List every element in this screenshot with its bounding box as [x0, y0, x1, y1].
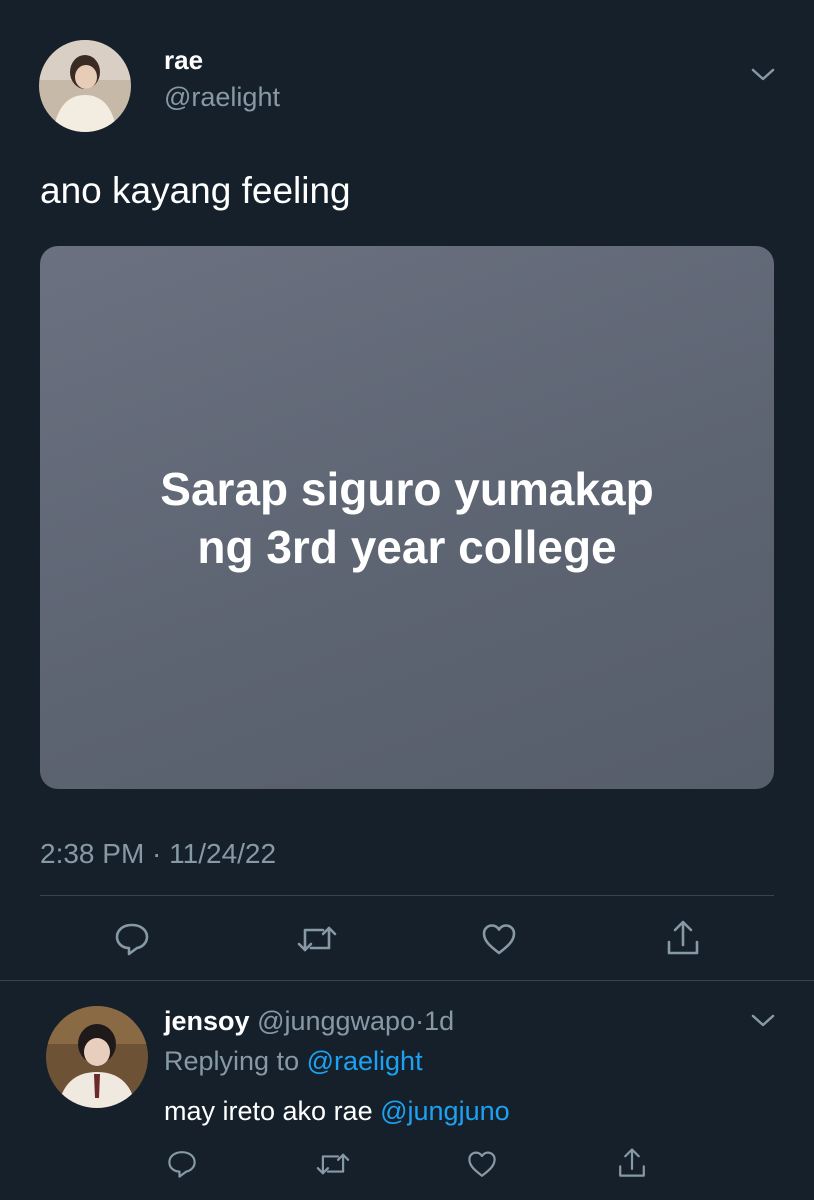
avatar[interactable]: [39, 40, 131, 132]
reply-text: may ireto ako rae @jungjuno: [164, 1096, 510, 1127]
author-handle[interactable]: @raelight: [164, 82, 280, 113]
reply-author-handle[interactable]: @junggwapo: [257, 1006, 415, 1036]
tweet-image-card[interactable]: Sarap siguro yumakap ng 3rd year college: [40, 246, 774, 789]
reply-author-name[interactable]: jensoy: [164, 1006, 250, 1036]
reply-heart-icon[interactable]: [466, 1148, 498, 1180]
author-name[interactable]: rae: [164, 45, 203, 76]
reply-age[interactable]: 1d: [424, 1006, 454, 1036]
reply-icon[interactable]: [113, 920, 151, 958]
reply-reply-icon[interactable]: [166, 1148, 198, 1180]
reply-share-icon[interactable]: [616, 1146, 648, 1180]
share-icon[interactable]: [664, 918, 702, 958]
tweet-text: ano kayang feeling: [40, 170, 351, 211]
retweet-icon[interactable]: [296, 920, 338, 958]
replying-to-label: Replying to: [164, 1046, 300, 1076]
reply-avatar[interactable]: [46, 1006, 148, 1108]
reply-text-body: may ireto ako rae: [164, 1096, 373, 1126]
separator-dot: ·: [415, 1006, 425, 1036]
tweet-timestamp[interactable]: 2:38 PM · 11/24/22: [40, 838, 276, 870]
reply-mention[interactable]: @jungjuno: [380, 1096, 510, 1126]
reply-header: jensoy @junggwapo·1d: [164, 1006, 454, 1037]
divider: [40, 895, 774, 896]
reply-retweet-icon[interactable]: [315, 1148, 351, 1180]
card-text-line-1: Sarap siguro yumakap: [160, 462, 654, 515]
chevron-down-icon[interactable]: [750, 66, 776, 84]
card-text-line-2: ng 3rd year college: [197, 520, 617, 573]
section-divider: [0, 980, 814, 981]
replying-to-handle[interactable]: @raelight: [307, 1046, 423, 1076]
reply-chevron-down-icon[interactable]: [750, 1012, 776, 1030]
replying-to-line: Replying to @raelight: [164, 1046, 423, 1077]
heart-icon[interactable]: [480, 920, 518, 958]
